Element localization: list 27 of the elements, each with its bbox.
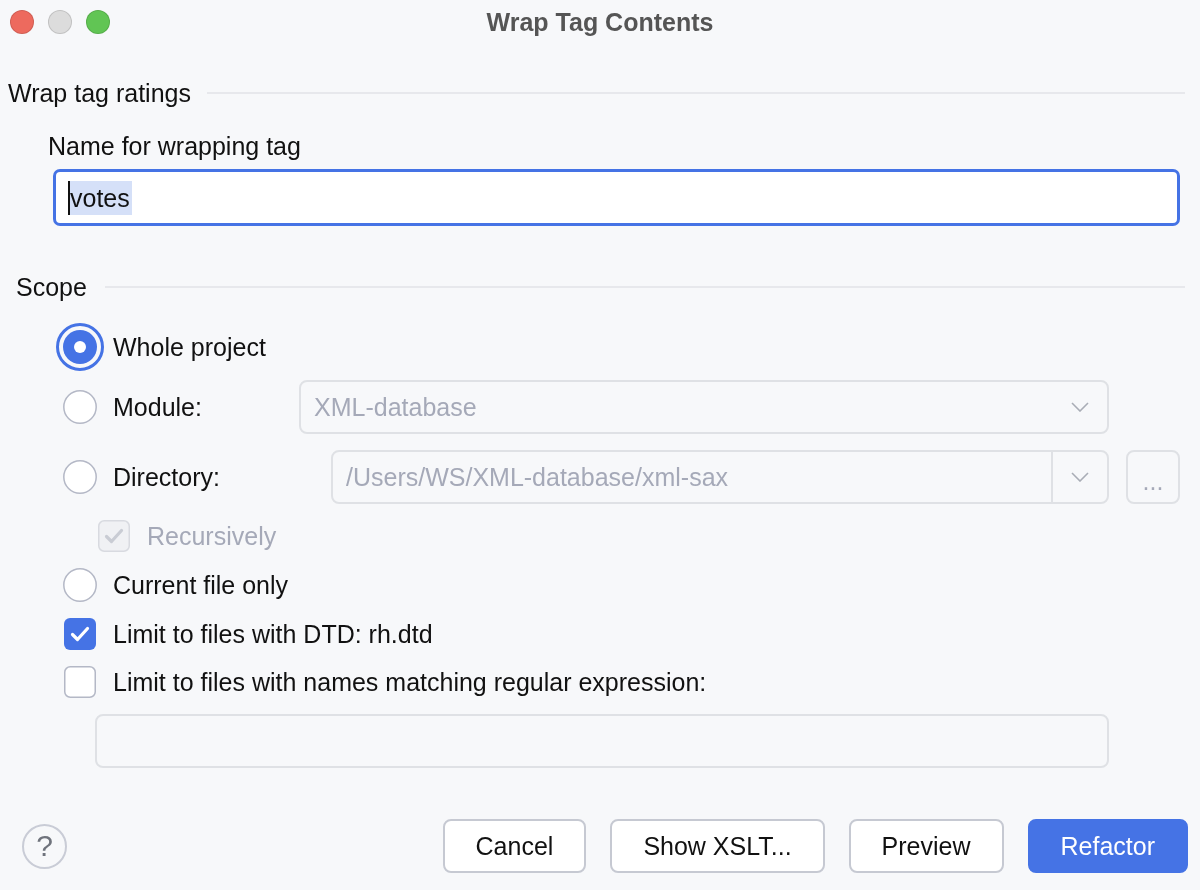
dialog-button[interactable]: Preview	[848, 819, 1004, 873]
group-title: Wrap tag ratings	[8, 78, 191, 108]
group-title: Scope	[16, 272, 87, 302]
chevron-down-icon	[1071, 472, 1089, 482]
option-label: Current file only	[113, 570, 289, 600]
option-label: Limit to files with DTD: rh.dtd	[113, 619, 433, 649]
option-label: Module:	[113, 392, 203, 422]
window-close-button[interactable]	[10, 10, 34, 34]
checkbox[interactable]	[64, 618, 96, 650]
radio-button[interactable]	[56, 323, 104, 371]
option-label: Recursively	[147, 521, 277, 551]
radio-button[interactable]	[63, 460, 97, 494]
dialog-button[interactable]: Show XSLT...	[610, 819, 825, 873]
radio-button[interactable]	[63, 390, 97, 424]
window-title: Wrap Tag Contents	[486, 7, 714, 37]
text-field[interactable]: votes	[53, 169, 1180, 226]
checkbox[interactable]	[64, 666, 96, 698]
chevron-down-icon	[1071, 402, 1089, 412]
field-label: Name for wrapping tag	[48, 131, 302, 161]
option-label: Directory:	[113, 462, 221, 492]
window-zoom-button[interactable]	[86, 10, 110, 34]
help-button[interactable]: ?	[22, 823, 67, 869]
primary-button[interactable]: Refactor	[1027, 819, 1188, 873]
dialog-button[interactable]: Cancel	[442, 819, 587, 873]
radio-button[interactable]	[63, 568, 97, 602]
option-label: Limit to files with names matching regular expression:	[113, 667, 707, 697]
option-label: Whole project	[113, 332, 266, 362]
